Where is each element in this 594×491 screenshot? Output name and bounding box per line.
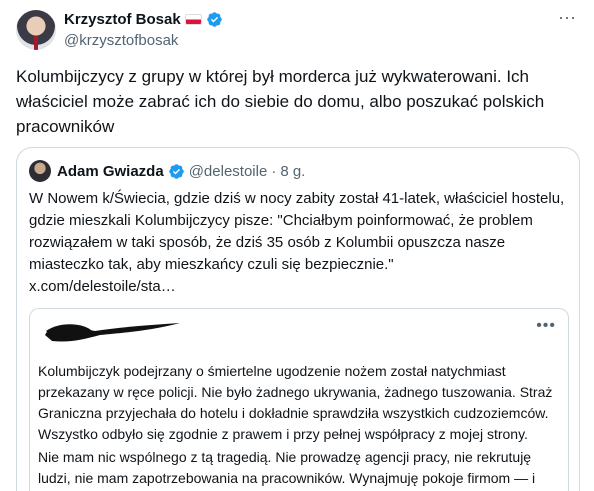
- quote-link: x.com/delestoile/sta…: [29, 278, 176, 295]
- quote-header: Adam Gwiazda @delestoile · 8 g.: [29, 160, 305, 182]
- author-avatar[interactable]: [16, 10, 56, 50]
- embedded-screenshot: ••• Kolumbijczyk podejrzany o śmiertelne…: [29, 308, 569, 491]
- quote-body: W Nowem k/Świecia, gdzie dziś w nocy zab…: [29, 190, 565, 273]
- tweet-text: Kolumbijczycy z grupy w której był morde…: [16, 67, 549, 136]
- embedded-paragraph-1: Kolumbijczyk podejrzany o śmiertelne ugo…: [38, 363, 553, 442]
- more-options-icon: •••: [536, 317, 556, 334]
- quote-author-name: Adam Gwiazda: [57, 162, 164, 180]
- redacted-scribble: [45, 323, 180, 342]
- tweet-header: Krzysztof Bosak @krzysztofbosak ···: [16, 8, 578, 54]
- quote-text: W Nowem k/Świecia, gdzie dziś w nocy zab…: [29, 188, 569, 298]
- quote-separator: ·: [271, 162, 277, 180]
- quote-avatar: [29, 160, 51, 182]
- more-options-icon[interactable]: ···: [556, 8, 578, 32]
- verified-badge-icon: [168, 163, 184, 179]
- author-name-row: Krzysztof Bosak: [64, 11, 223, 28]
- quoted-tweet[interactable]: Adam Gwiazda @delestoile · 8 g. W Nowem …: [16, 147, 580, 491]
- avatar-tie: [34, 36, 38, 50]
- embedded-paragraph-2: Nie mam nic wspólnego z tą tragedią. Nie…: [38, 449, 536, 486]
- author-handle[interactable]: @krzysztofbosak: [64, 32, 178, 49]
- author-name[interactable]: Krzysztof Bosak: [64, 11, 181, 28]
- quote-author-handle: @delestoile: [188, 162, 268, 180]
- poland-flag-icon: [184, 14, 202, 25]
- verified-badge-icon: [206, 12, 222, 27]
- quote-timestamp: 8 g.: [280, 162, 306, 180]
